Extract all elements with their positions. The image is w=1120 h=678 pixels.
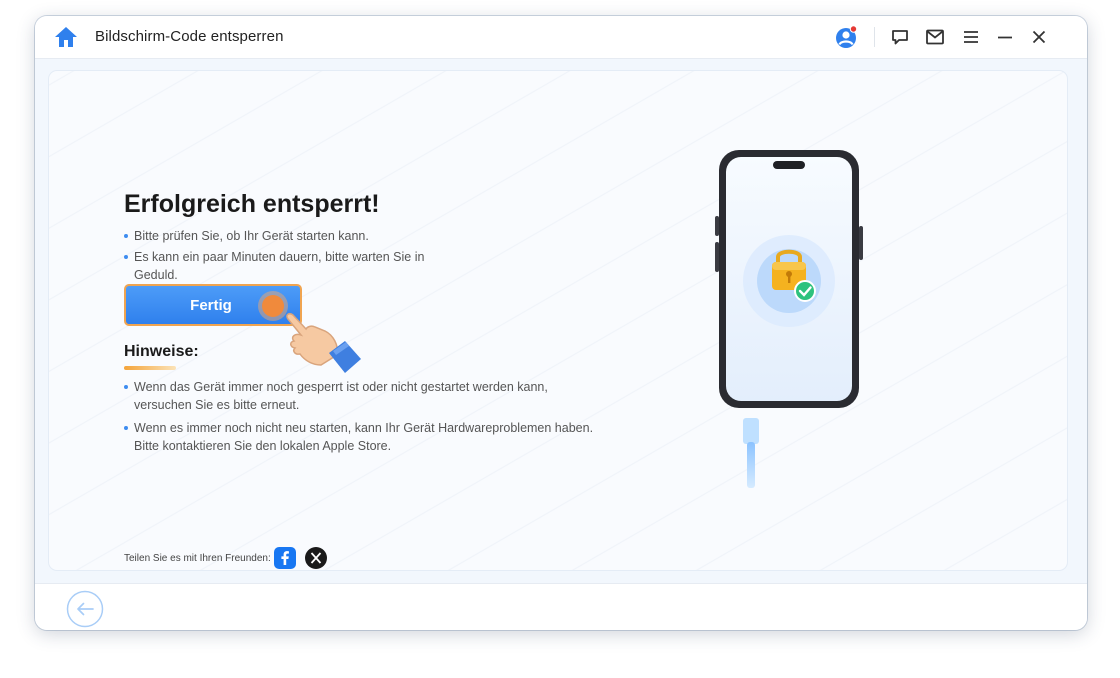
done-button-label: Fertig: [190, 296, 232, 314]
facebook-icon[interactable]: [273, 547, 296, 569]
avatar-icon[interactable]: [834, 25, 858, 49]
hints-heading: Hinweise:: [124, 343, 199, 360]
menu-icon[interactable]: [959, 25, 983, 49]
toolbar-divider: [874, 27, 875, 47]
share-row: Teilen Sie es mit Ihren Freunden:: [124, 546, 327, 570]
mail-icon[interactable]: [923, 25, 947, 49]
pointing-hand-icon: [286, 313, 361, 373]
app-title: Bildschirm-Code entsperren: [95, 28, 284, 45]
instruction-bullet: Es kann ein paar Minuten dauern, bitte w…: [124, 248, 454, 284]
close-icon[interactable]: [1027, 25, 1051, 49]
feedback-icon[interactable]: [888, 25, 912, 49]
bottom-bar: [35, 583, 1087, 630]
hints-underline: [124, 366, 176, 370]
share-label: Teilen Sie es mit Ihren Freunden:: [124, 552, 271, 564]
home-icon[interactable]: [53, 25, 79, 49]
back-arrow-icon[interactable]: [66, 590, 104, 628]
success-heading: Erfolgreich entsperrt!: [124, 190, 380, 218]
app-window: Bildschirm-Code entsperren Erfolgreich e…: [35, 16, 1087, 630]
content-panel: Erfolgreich entsperrt! Bitte prüfen Sie,…: [49, 71, 1067, 570]
x-icon[interactable]: [304, 547, 327, 569]
unlocked-phone-illustration: [715, 150, 863, 488]
instruction-bullet: Bitte prüfen Sie, ob Ihr Gerät starten k…: [124, 227, 454, 245]
title-bar: Bildschirm-Code entsperren: [35, 16, 1087, 59]
hint-item: Wenn es immer noch nicht neu starten, ka…: [124, 419, 604, 455]
minimize-icon[interactable]: [993, 25, 1017, 49]
hint-item: Wenn das Gerät immer noch gesperrt ist o…: [124, 378, 604, 414]
